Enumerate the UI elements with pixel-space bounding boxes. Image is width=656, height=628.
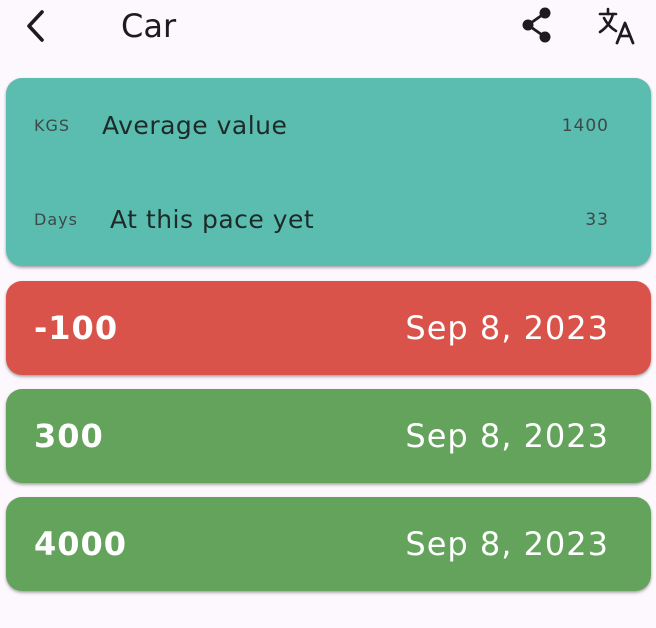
- entry-amount: 4000: [34, 525, 128, 563]
- average-value: 1400: [561, 116, 609, 136]
- entry-date: Sep 8, 2023: [405, 309, 609, 347]
- share-icon: [522, 7, 551, 43]
- entry-date: Sep 8, 2023: [405, 417, 609, 455]
- entry-card[interactable]: 4000 Sep 8, 2023: [6, 497, 651, 591]
- entry-card[interactable]: -100 Sep 8, 2023: [6, 281, 651, 375]
- average-unit: KGS: [34, 116, 71, 135]
- pace-value: 33: [585, 210, 609, 230]
- pace-unit: Days: [34, 210, 78, 229]
- share-button[interactable]: [514, 2, 560, 48]
- average-value-row: KGS Average value 1400: [6, 106, 651, 146]
- translate-icon: [598, 7, 635, 45]
- back-button[interactable]: [14, 4, 58, 48]
- page-title: Car: [121, 7, 177, 45]
- app-bar: Car: [0, 0, 656, 52]
- pace-row: Days At this pace yet 33: [6, 200, 651, 240]
- chevron-left-icon: [27, 10, 44, 42]
- pace-label: At this pace yet: [110, 205, 315, 234]
- entry-card[interactable]: 300 Sep 8, 2023: [6, 389, 651, 483]
- entry-date: Sep 8, 2023: [405, 525, 609, 563]
- entry-amount: 300: [34, 417, 104, 455]
- translate-button[interactable]: [594, 2, 640, 48]
- entry-amount: -100: [34, 309, 119, 347]
- summary-card: KGS Average value 1400 Days At this pace…: [6, 78, 651, 266]
- average-label: Average value: [102, 111, 288, 140]
